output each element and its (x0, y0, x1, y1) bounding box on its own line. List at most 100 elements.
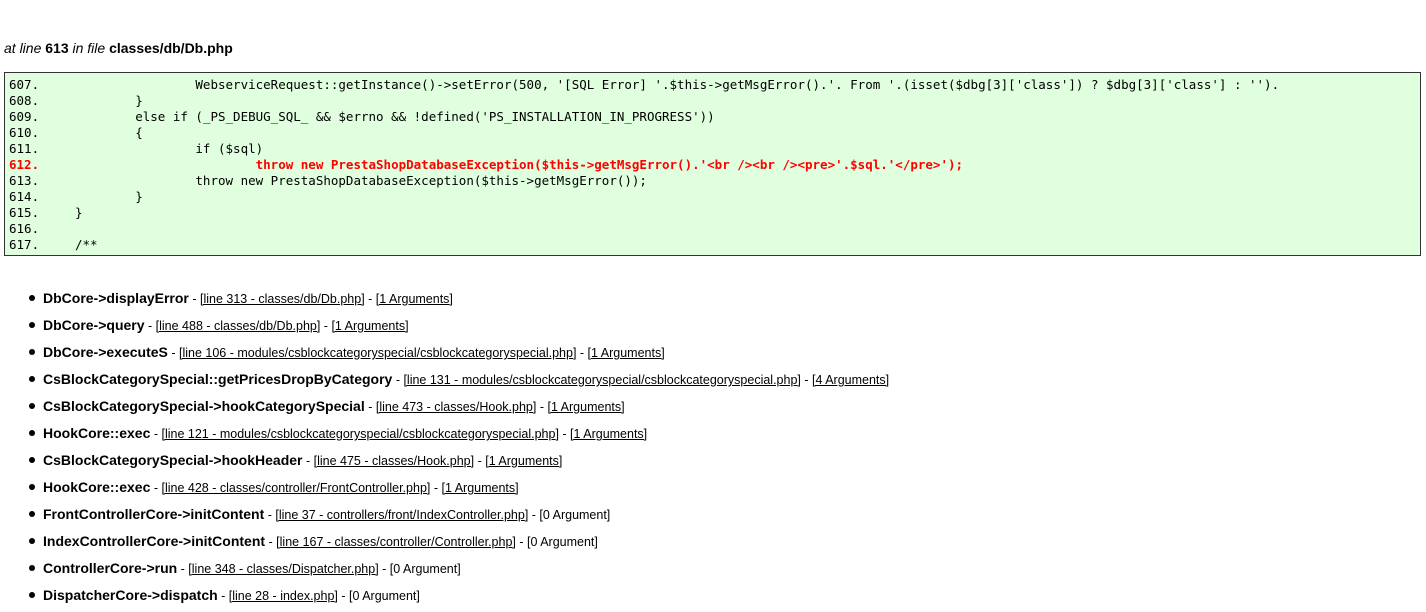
trace-line-link[interactable]: [line 121 - modules/csblockcategoryspeci… (161, 427, 558, 441)
trace-arguments-link[interactable]: [1 Arguments] (441, 481, 518, 495)
code-line: 611. if ($sql) (9, 141, 1420, 157)
trace-line-link[interactable]: [line 475 - classes/Hook.php] (314, 454, 475, 468)
code-line: 613. throw new PrestaShopDatabaseExcepti… (9, 173, 1420, 189)
code-line: 607. WebserviceRequest::getInstance()->s… (9, 77, 1420, 93)
stack-trace-item: HookCore::exec - [line 428 - classes/con… (28, 476, 889, 503)
trace-separator: - (320, 319, 332, 333)
code-line: 615.} (9, 205, 1420, 221)
trace-separator: - (430, 481, 442, 495)
trace-function-name: DbCore->displayError (43, 290, 189, 306)
code-line-number: 609. (9, 109, 40, 124)
stack-trace-item: CsBlockCategorySpecial->hookCategorySpec… (28, 395, 889, 422)
stack-trace-item: FrontControllerCore->initContent - [line… (28, 503, 889, 530)
error-location: at line 613 in file classes/db/Db.php (4, 40, 233, 56)
code-line: 617. /** (9, 237, 1420, 253)
trace-line-link[interactable]: [line 37 - controllers/front/IndexContro… (275, 508, 528, 522)
trace-function-name: FrontControllerCore->initContent (43, 506, 265, 522)
trace-separator: - (337, 589, 349, 603)
code-line-text: if ($sql) (75, 141, 264, 156)
code-line-text: /** (75, 237, 98, 252)
trace-separator: - (188, 292, 200, 306)
trace-line-link[interactable]: [line 28 - index.php] (229, 589, 338, 603)
trace-separator: - (474, 454, 486, 468)
code-line-number: 615. (9, 205, 40, 220)
trace-arguments-link[interactable]: [1 Arguments] (485, 454, 562, 468)
trace-separator: - (558, 427, 571, 441)
code-line-text: } (75, 93, 143, 108)
code-line-number: 607. (9, 77, 40, 92)
trace-arguments-link[interactable]: [4 Arguments] (812, 373, 889, 387)
stack-trace-item: DispatcherCore->dispatch - [line 28 - in… (28, 584, 889, 611)
trace-line-link[interactable]: [line 348 - classes/Dispatcher.php] (188, 562, 378, 576)
trace-separator: - (364, 292, 376, 306)
trace-function-name: DbCore->executeS (43, 344, 168, 360)
trace-arguments-text: [0 Argument] (349, 589, 420, 603)
trace-function-name: HookCore::exec (43, 479, 151, 495)
stack-trace-item: IndexControllerCore->initContent - [line… (28, 530, 889, 557)
stack-trace-item: CsBlockCategorySpecial::getPricesDropByC… (28, 368, 889, 395)
location-line-number: 613 (45, 40, 69, 56)
trace-line-link[interactable]: [line 167 - classes/controller/Controlle… (276, 535, 516, 549)
code-line: 610. { (9, 125, 1420, 141)
trace-separator: - (576, 346, 588, 360)
trace-function-name: DbCore->query (43, 317, 145, 333)
code-line-text: } (75, 205, 83, 220)
code-line-number: 612. (9, 157, 40, 172)
code-line-number: 611. (9, 141, 40, 156)
trace-function-name: IndexControllerCore->initContent (43, 533, 266, 549)
trace-arguments-link[interactable]: [1 Arguments] (376, 292, 453, 306)
location-file: classes/db/Db.php (109, 40, 233, 56)
stack-trace-item: ControllerCore->run - [line 348 - classe… (28, 557, 889, 584)
trace-arguments-text: [0 Argument] (527, 535, 598, 549)
code-line-text: throw new PrestaShopDatabaseException($t… (75, 173, 647, 188)
trace-line-link[interactable]: [line 473 - classes/Hook.php] (376, 400, 537, 414)
code-line-number: 616. (9, 221, 40, 236)
trace-line-link[interactable]: [line 488 - classes/db/Db.php] (156, 319, 321, 333)
trace-arguments-link[interactable]: [1 Arguments] (331, 319, 408, 333)
trace-arguments-link[interactable]: [1 Arguments] (588, 346, 665, 360)
stack-trace-item: HookCore::exec - [line 121 - modules/csb… (28, 422, 889, 449)
code-line-text: else if (_PS_DEBUG_SQL_ && $errno && !de… (75, 109, 715, 124)
trace-arguments-link[interactable]: [1 Arguments] (547, 400, 624, 414)
code-line-text: { (75, 125, 143, 140)
trace-line-link[interactable]: [line 313 - classes/db/Db.php] (200, 292, 365, 306)
location-prefix: at line (4, 40, 42, 56)
trace-separator: - (515, 535, 527, 549)
trace-arguments-text: [0 Argument] (539, 508, 611, 522)
code-line-number: 617. (9, 237, 40, 252)
code-line: 614. } (9, 189, 1420, 205)
stack-trace-item: DbCore->executeS - [line 106 - modules/c… (28, 341, 889, 368)
trace-separator: - (536, 400, 548, 414)
trace-function-name: DispatcherCore->dispatch (43, 587, 218, 603)
trace-arguments-link[interactable]: [1 Arguments] (570, 427, 647, 441)
code-line-number: 613. (9, 173, 40, 188)
trace-separator: - (364, 400, 376, 414)
trace-separator: - (150, 481, 162, 495)
trace-separator: - (264, 508, 276, 522)
source-code-excerpt: 607. WebserviceRequest::getInstance()->s… (4, 72, 1421, 256)
trace-separator: - (392, 373, 404, 387)
trace-separator: - (144, 319, 156, 333)
location-middle: in file (72, 40, 106, 56)
trace-separator: - (265, 535, 277, 549)
trace-function-name: CsBlockCategorySpecial::getPricesDropByC… (43, 371, 393, 387)
trace-separator: - (800, 373, 812, 387)
trace-separator: - (150, 427, 162, 441)
code-line-text: WebserviceRequest::getInstance()->setErr… (75, 77, 1280, 92)
trace-separator: - (217, 589, 229, 603)
trace-separator: - (167, 346, 179, 360)
trace-line-link[interactable]: [line 106 - modules/csblockcategoryspeci… (179, 346, 576, 360)
trace-function-name: CsBlockCategorySpecial->hookHeader (43, 452, 303, 468)
stack-trace-list: DbCore->displayError - [line 313 - class… (24, 287, 889, 611)
code-line-highlighted: 612. throw new PrestaShopDatabaseExcepti… (9, 157, 1420, 173)
stack-trace-item: DbCore->query - [line 488 - classes/db/D… (28, 314, 889, 341)
trace-function-name: HookCore::exec (43, 425, 151, 441)
code-line-number: 614. (9, 189, 40, 204)
trace-line-link[interactable]: [line 131 - modules/csblockcategoryspeci… (403, 373, 800, 387)
trace-separator: - (378, 562, 390, 576)
code-line: 616. (9, 221, 1420, 237)
trace-function-name: ControllerCore->run (43, 560, 178, 576)
trace-line-link[interactable]: [line 428 - classes/controller/FrontCont… (161, 481, 430, 495)
trace-function-name: CsBlockCategorySpecial->hookCategorySpec… (43, 398, 365, 414)
stack-trace-item: CsBlockCategorySpecial->hookHeader - [li… (28, 449, 889, 476)
